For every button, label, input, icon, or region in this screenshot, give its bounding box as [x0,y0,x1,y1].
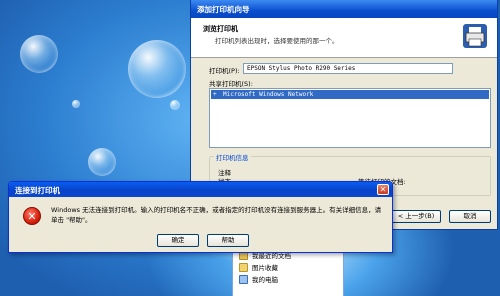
ok-button[interactable]: 确定 [157,234,199,247]
list-item-label: Microsoft Windows Network [223,91,314,98]
list-item[interactable]: + Microsoft Windows Network [211,90,489,99]
printer-icon [463,24,487,48]
bubble-graphic [170,100,180,110]
group-title: 打印机信息 [214,152,251,162]
error-dialog-title: 连接到打印机 [15,186,60,195]
start-menu-item-pictures[interactable]: 图片收藏 [233,261,343,273]
close-icon[interactable]: ✕ [377,184,389,195]
shared-printers-label: 共享打印机(S): [209,80,253,88]
wizard-title: 添加打印机向导 [197,5,250,14]
my-pictures-icon [239,262,248,272]
error-title-bar[interactable]: 连接到打印机 ✕ [9,182,392,197]
wizard-heading: 浏览打印机 [203,25,238,33]
back-button[interactable]: < 上一步(B) [391,210,441,223]
error-icon: ✕ [23,207,41,225]
wizard-subheading: 打印机列表出现时，选择要使用的那一个。 [215,37,339,45]
help-button[interactable]: 帮助 [207,234,249,247]
connect-printer-error-dialog: 连接到打印机 ✕ ✕ Windows 无法连接到打印机。输入的打印机名不正确，或… [8,181,393,253]
start-menu-item-label: 图片收藏 [252,264,278,272]
bubble-graphic [128,40,186,98]
wizard-title-bar[interactable]: 添加打印机向导 [191,0,497,18]
cancel-button[interactable]: 取消 [449,210,491,223]
bubble-graphic [20,35,58,73]
expand-icon[interactable]: + [213,91,217,98]
bubble-graphic [88,148,116,176]
start-menu: 我最近的文档 图片收藏 我的电脑 [232,248,344,296]
printer-label: 打印机(P): [209,67,240,75]
shared-printers-list[interactable]: + Microsoft Windows Network [209,88,491,148]
bubble-graphic [72,100,80,108]
start-menu-item-computer[interactable]: 我的电脑 [233,273,343,285]
my-computer-icon [239,274,248,284]
printer-name-field[interactable]: EPSON Stylus Photo R290 Series [243,63,453,74]
error-message: Windows 无法连接到打印机。输入的打印机名不正确，或者指定的打印机没有连接… [51,206,382,224]
start-menu-item-label: 我的电脑 [252,276,278,284]
wizard-header: 浏览打印机 打印机列表出现时，选择要使用的那一个。 [191,18,497,58]
